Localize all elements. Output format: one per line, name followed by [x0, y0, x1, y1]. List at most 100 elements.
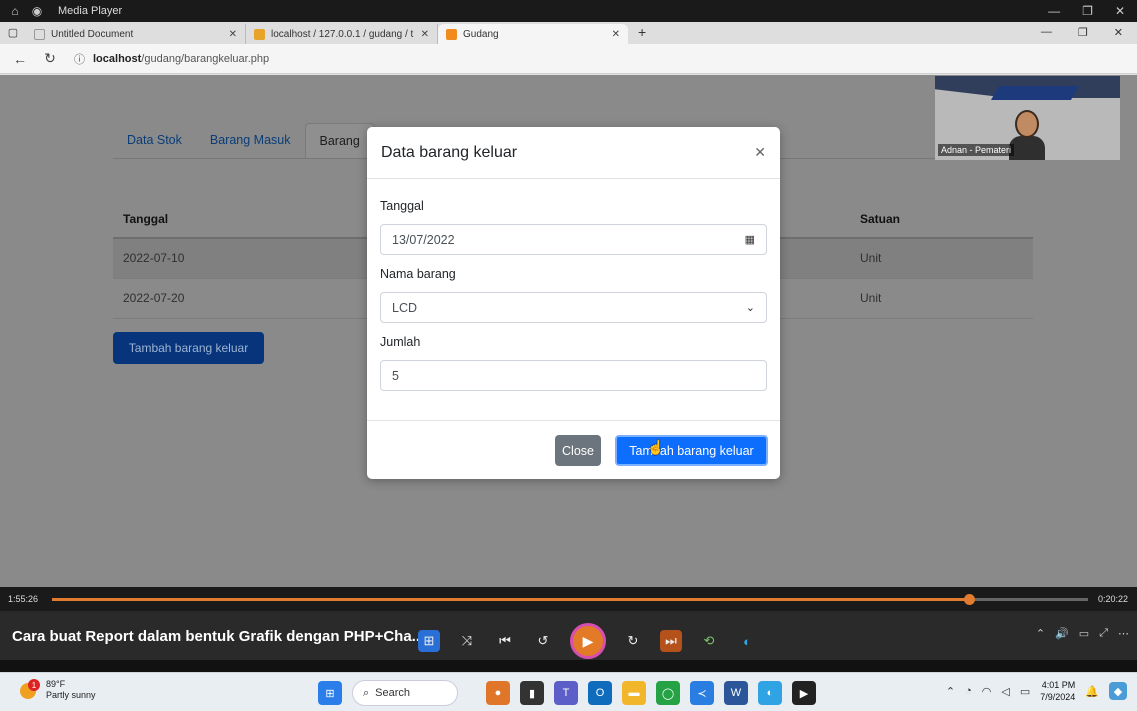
tab-label: Untitled Document [51, 28, 134, 40]
wifi-icon[interactable]: ◠ [982, 685, 992, 698]
tanggal-value: 13/07/2022 [392, 232, 455, 247]
cast-icon[interactable]: ▭ [1079, 627, 1089, 640]
tray-app-icon[interactable]: ◔ [965, 685, 972, 697]
tab-gudang[interactable]: Gudang ✕ [438, 24, 628, 44]
edge-icon[interactable]: ◐ [758, 681, 782, 705]
screen: ⌂ ◉ Media Player — ❐ ✕ ▢ Untitled Docume… [0, 0, 1137, 711]
browser-tabbar: ▢ Untitled Document ✕ localhost / 127.0.… [0, 22, 1137, 44]
modal-footer: Close Tambah barang keluar ☝ [367, 420, 780, 479]
notification-bell-icon[interactable]: 🔔 [1085, 685, 1099, 698]
battery-icon[interactable]: ▭ [1020, 685, 1030, 698]
jumlah-value: 5 [392, 368, 399, 383]
site-info-icon[interactable]: ⓘ [74, 51, 85, 67]
word-icon[interactable]: W [724, 681, 748, 705]
address-bar: ← ↻ ⓘ localhost/gudang/barangkeluar.php [0, 44, 1137, 74]
teams-icon[interactable]: T [554, 681, 578, 705]
browser-close-icon[interactable]: ✕ [1114, 26, 1123, 39]
shuffle-icon[interactable]: ⤨ [456, 630, 478, 652]
jumlah-field[interactable]: 5 [380, 360, 767, 391]
tab-close-icon[interactable]: ✕ [421, 29, 429, 40]
vscode-icon[interactable]: ≺ [690, 681, 714, 705]
new-tab-icon[interactable]: + [628, 24, 656, 44]
fullscreen-icon[interactable]: ⤢ [1099, 627, 1108, 640]
windows-start-icon[interactable]: ⊞ [418, 630, 440, 652]
seek-progress [52, 597, 969, 601]
tab-barang-masuk[interactable]: Barang Masuk [196, 123, 305, 159]
submit-barang-keluar-button[interactable]: Tambah barang keluar [615, 435, 768, 466]
weather-badge: 1 [28, 679, 40, 691]
volume-icon[interactable]: 🔊 [1055, 627, 1069, 640]
calendar-icon[interactable]: ▦ [745, 233, 755, 246]
next-icon[interactable]: ⏭ [660, 630, 682, 652]
tanggal-field[interactable]: 13/07/2022 ▦ [380, 224, 767, 255]
tray-chevron-icon[interactable]: ⌃ [946, 685, 955, 698]
tab-close-icon[interactable]: ✕ [229, 29, 237, 40]
close-button[interactable]: Close [555, 435, 601, 466]
outlook-icon[interactable]: O [588, 681, 612, 705]
start-icon[interactable]: ⊞ [318, 681, 342, 705]
tab-untitled[interactable]: Untitled Document ✕ [26, 24, 246, 44]
minimize-icon[interactable]: — [1048, 4, 1060, 18]
modal-header: Data barang keluar ✕ [367, 127, 780, 179]
modal-close-icon[interactable]: ✕ [754, 144, 766, 161]
home-icon[interactable]: ⌂ [8, 4, 22, 18]
webcam-overlay: Adnan - Pemateri [935, 76, 1120, 160]
gudang-icon [446, 28, 457, 40]
tab-close-icon[interactable]: ✕ [612, 29, 620, 40]
modal-title: Data barang keluar [381, 143, 518, 161]
video-frame[interactable]: ▢ Untitled Document ✕ localhost / 127.0.… [0, 22, 1137, 587]
url-host: localhost [93, 52, 142, 65]
close-icon[interactable]: ✕ [1115, 4, 1125, 18]
player-tray: ⌃ 🔊 ▭ ⤢ ⋯ [1036, 627, 1129, 640]
tab-phpmyadmin[interactable]: localhost / 127.0.0.1 / gudang / t ✕ [246, 24, 438, 44]
presenter-video [1009, 110, 1045, 160]
restore-icon[interactable]: ❐ [1082, 4, 1093, 18]
tab-data-stok[interactable]: Data Stok [113, 123, 196, 159]
seek-track[interactable] [52, 593, 1088, 605]
weather-widget[interactable]: 1 89°F Partly sunny [20, 679, 96, 701]
file-explorer-icon[interactable]: ▬ [622, 681, 646, 705]
phpmyadmin-icon [254, 28, 265, 40]
app-icon-1[interactable]: ● [486, 681, 510, 705]
forward-30-icon[interactable]: ↻ [622, 630, 644, 652]
media-player-taskbar-icon[interactable]: ▶ [792, 681, 816, 705]
nama-barang-label: Nama barang [380, 267, 456, 281]
search-icon: ⌕ [363, 686, 370, 699]
back-icon[interactable]: ← [8, 51, 32, 67]
player-bottom-strip [0, 660, 1137, 672]
previous-icon[interactable]: ⏮ [494, 630, 516, 652]
rewind-10-icon[interactable]: ↺ [532, 630, 554, 652]
tanggal-label: Tanggal [380, 199, 424, 213]
nama-barang-value: LCD [392, 300, 418, 315]
seek-thumb[interactable] [963, 593, 975, 605]
sidebar-icon[interactable]: ▢ [0, 26, 26, 44]
tab-label: Gudang [463, 28, 499, 40]
add-barang-keluar-button-bg[interactable]: Tambah barang keluar [113, 332, 264, 364]
hand-cursor-icon: ☝ [647, 439, 665, 455]
browser-restore-icon[interactable]: ❐ [1078, 26, 1088, 39]
modal-body: Tanggal 13/07/2022 ▦ Nama barang LCD ⌄ J… [367, 179, 780, 391]
tab-barang-keluar[interactable]: Barang [304, 123, 375, 159]
volume-icon[interactable]: ◁ [1001, 685, 1009, 698]
caption-icon[interactable]: ⌃ [1036, 627, 1045, 640]
more-icon[interactable]: ⋯ [1118, 627, 1129, 640]
seek-bar: 1:55:26 0:20:22 [0, 587, 1137, 611]
remaining-time: 0:20:22 [1098, 594, 1129, 604]
nama-barang-select[interactable]: LCD ⌄ [380, 292, 767, 323]
cell-satuan: Unit [850, 278, 1033, 319]
whatsapp-icon[interactable]: ◯ [656, 681, 680, 705]
clock-time: 4:01 PM [1041, 680, 1076, 690]
url-field[interactable]: ⓘ localhost/gudang/barangkeluar.php [74, 51, 269, 67]
copilot-icon[interactable]: ◆ [1109, 682, 1127, 700]
cell-satuan: Unit [850, 238, 1033, 279]
play-button[interactable]: ▶ [570, 623, 606, 659]
browser-minimize-icon[interactable]: — [1041, 26, 1052, 39]
windows-taskbar: 1 89°F Partly sunny ⊞ ⌕ Search ● ▮ T O ▬… [0, 672, 1137, 711]
clock[interactable]: 4:01 PM 7/9/2024 [1040, 679, 1075, 703]
taskbar-apps: ⊞ ⌕ Search ● ▮ T O ▬ ◯ ≺ W ◐ ▶ [318, 680, 816, 706]
taskbar-search[interactable]: ⌕ Search [352, 680, 458, 706]
repeat-icon[interactable]: ⟲ [698, 630, 720, 652]
app-icon-2[interactable]: ▮ [520, 681, 544, 705]
edge-icon[interactable]: ◐ [736, 630, 758, 652]
refresh-icon[interactable]: ↻ [38, 50, 62, 67]
